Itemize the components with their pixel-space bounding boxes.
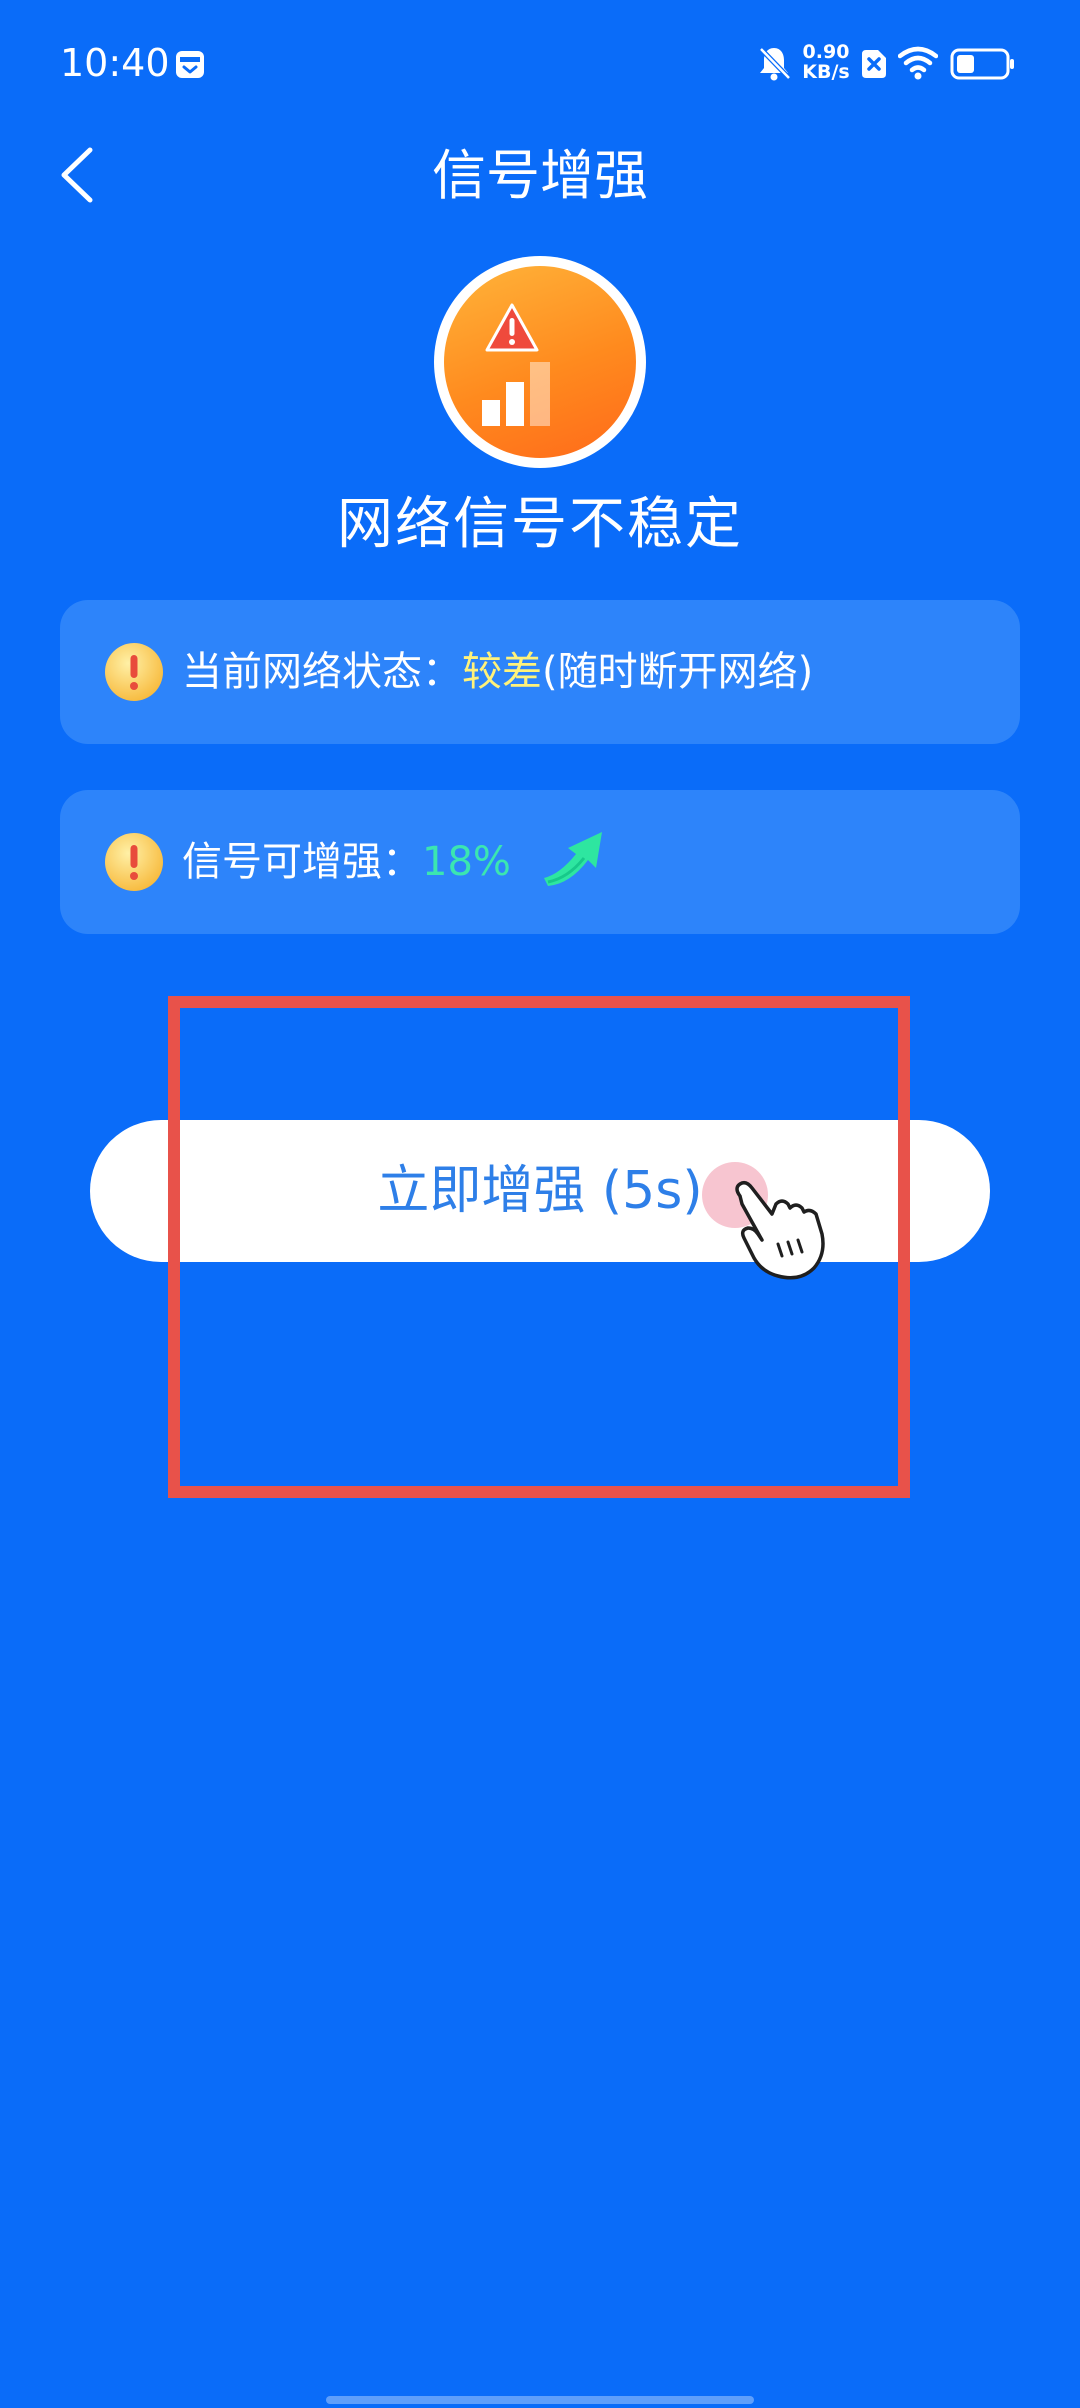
network-status-detail: (随时断开网络) [542,649,814,695]
wifi-icon [898,46,938,80]
signal-bars-icon [482,362,550,426]
bell-muted-icon [759,47,791,81]
screen: 10:40 0.90 KB/s 信号增强 网络信号不稳定 当前网络状态：较差(随… [0,0,1080,2408]
status-time: 10:40 [60,41,170,85]
network-speed-unit: KB/s [802,61,850,83]
signal-badge [434,256,646,468]
signal-status-headline: 网络信号不稳定 [337,492,743,557]
exclamation-icon [105,643,163,701]
highlight-frame [168,996,910,1498]
network-status-card: 当前网络状态：较差(随时断开网络) [60,600,1020,744]
network-status-value: 较差 [462,649,542,695]
network-speed-value: 0.90 [802,41,850,63]
network-speed: 0.90 KB/s [802,42,850,82]
network-status-label: 当前网络状态： [182,649,462,695]
home-indicator[interactable] [326,2396,754,2404]
boost-potential-card: 信号可增强：18% [60,790,1020,934]
up-arrow-icon [544,832,602,886]
status-bar: 10:40 0.90 KB/s [0,0,1080,110]
sim-off-icon [862,50,886,78]
signal-badge-circle [444,266,636,458]
calendar-icon [176,51,204,78]
battery-icon [950,48,1014,80]
network-status-text: 当前网络状态：较差(随时断开网络) [182,640,813,704]
boost-potential-text: 信号可增强：18% [182,830,511,894]
boost-potential-value: 18% [422,839,511,885]
page-title: 信号增强 [432,144,648,207]
boost-potential-label: 信号可增强： [182,839,422,885]
warning-triangle-icon [485,303,539,352]
exclamation-icon [105,833,163,891]
